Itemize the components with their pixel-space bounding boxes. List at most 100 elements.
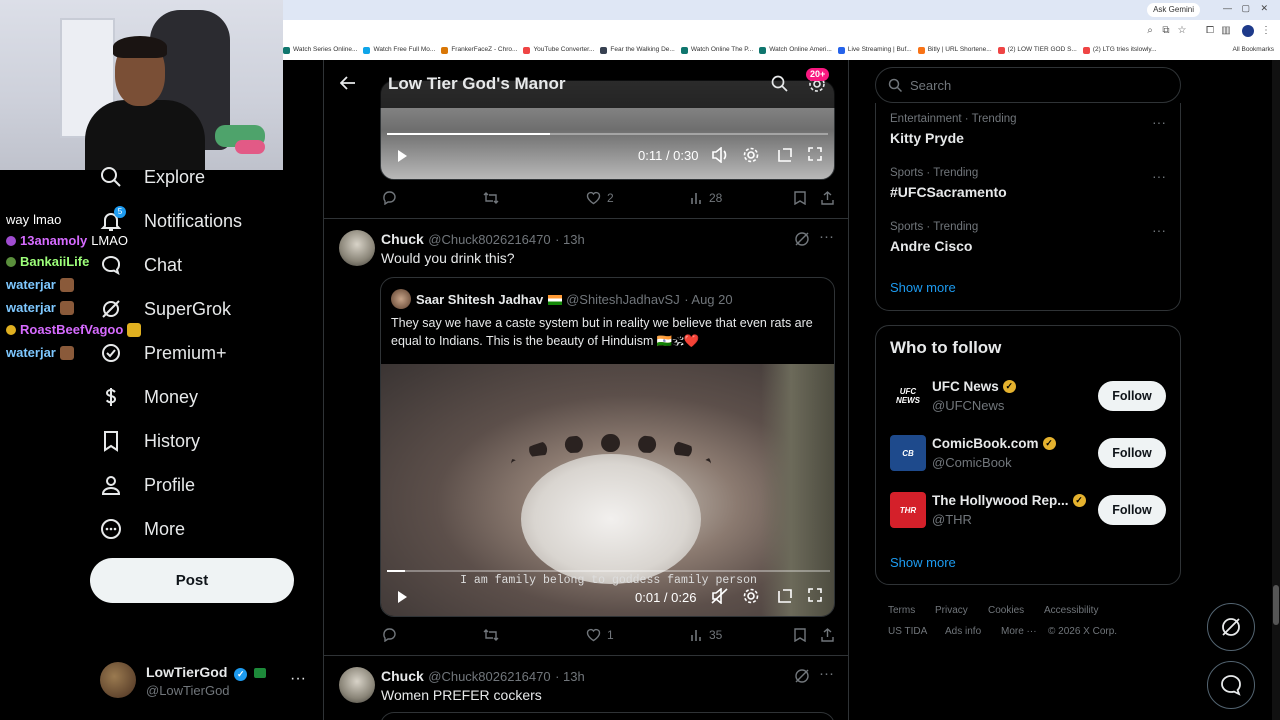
reply-button[interactable] xyxy=(382,628,403,642)
bookmark-item[interactable]: Live Streaming | Buf... xyxy=(837,42,918,58)
ask-gemini-button[interactable]: Ask Gemini xyxy=(1147,3,1200,17)
all-bookmarks[interactable]: All Bookmarks xyxy=(1232,42,1274,58)
footer-link[interactable]: Accessibility xyxy=(1044,605,1098,616)
menu-icon[interactable]: ⋮ xyxy=(1260,25,1272,37)
account-logo[interactable]: CB xyxy=(890,435,926,471)
follow-account-name[interactable]: The Hollywood Rep... ✓ xyxy=(932,493,1086,508)
footer-link[interactable]: Terms xyxy=(888,605,915,616)
bookmark-item[interactable]: Watch Free Full Mo... xyxy=(363,42,441,58)
nav-item-profile[interactable]: Profile xyxy=(100,470,195,500)
pip-icon[interactable] xyxy=(777,588,793,604)
footer-link[interactable]: Privacy xyxy=(935,605,968,616)
tweet-more-icon[interactable]: ··· xyxy=(819,665,834,682)
muted-icon[interactable] xyxy=(711,588,729,604)
close-icon[interactable]: ✕ xyxy=(1260,3,1268,14)
back-arrow-icon[interactable] xyxy=(339,75,356,96)
nav-item-more[interactable]: More xyxy=(100,514,185,544)
bookmark-item[interactable]: Watch Series Online... xyxy=(283,42,363,58)
zoom-icon[interactable]: ⌕ xyxy=(1144,25,1156,37)
follow-button[interactable]: Follow xyxy=(1098,495,1166,525)
grok-fab-button[interactable] xyxy=(1207,603,1255,651)
cast-icon[interactable]: ⧉ xyxy=(1160,25,1172,37)
avatar[interactable] xyxy=(339,667,375,703)
pip-icon[interactable] xyxy=(777,147,793,163)
account-logo[interactable]: UFC NEWS xyxy=(890,378,926,414)
trends-show-more-link[interactable]: Show more xyxy=(890,280,956,295)
tweet-author[interactable]: Chuck xyxy=(381,668,424,684)
follow-show-more-link[interactable]: Show more xyxy=(890,555,956,570)
footer-link[interactable]: Ads info xyxy=(945,626,981,637)
follow-account-name[interactable]: UFC News ✓ xyxy=(932,379,1016,394)
account-more-icon[interactable]: ··· xyxy=(290,670,306,688)
video-player[interactable]: I am family belong to goddess family per… xyxy=(381,364,834,616)
post-button[interactable]: Post xyxy=(90,558,294,603)
footer-link[interactable]: More ··· xyxy=(1001,626,1037,637)
footer-link[interactable]: US TIDA xyxy=(888,626,927,637)
bookmark-item[interactable]: Bitly | URL Shortene... xyxy=(917,42,998,58)
grok-icon[interactable] xyxy=(794,231,810,252)
bookmark-item[interactable]: FrankerFaceZ - Chro... xyxy=(441,42,523,58)
account-logo[interactable]: THR xyxy=(890,492,926,528)
sidepanel-icon[interactable]: ▥ xyxy=(1220,25,1232,37)
bookmark-button[interactable] xyxy=(794,191,806,205)
repost-button[interactable] xyxy=(483,628,505,642)
tweet-time[interactable]: · 13h xyxy=(555,669,585,684)
tweet-handle[interactable]: @Chuck8026216470 xyxy=(428,669,550,684)
like-button[interactable]: 2 xyxy=(586,191,614,205)
footer-link[interactable]: © 2026 X Corp. xyxy=(1048,626,1117,637)
scrollbar-thumb[interactable] xyxy=(1273,585,1279,625)
trend-item[interactable]: #UFCSacramento xyxy=(890,184,1007,200)
minimize-icon[interactable]: — xyxy=(1223,3,1232,13)
follow-button[interactable]: Follow xyxy=(1098,438,1166,468)
trend-item[interactable]: Kitty Pryde xyxy=(890,130,964,146)
play-icon[interactable] xyxy=(395,590,409,604)
follow-button[interactable]: Follow xyxy=(1098,381,1166,411)
bookmark-item[interactable]: (2) LTG tries itslowly... xyxy=(1082,42,1163,58)
reply-button[interactable] xyxy=(382,191,403,205)
tweet-author[interactable]: Chuck xyxy=(381,231,424,247)
footer-link[interactable]: Cookies xyxy=(988,605,1024,616)
video-progress[interactable] xyxy=(387,570,830,572)
tweet-handle[interactable]: @Chuck8026216470 xyxy=(428,232,550,247)
trend-more-icon[interactable]: ··· xyxy=(1152,222,1166,238)
trend-more-icon[interactable]: ··· xyxy=(1152,168,1166,184)
video-progress[interactable] xyxy=(387,133,828,135)
nav-item-explore[interactable]: Explore xyxy=(100,162,205,192)
bookmark-item[interactable]: YouTube Converter... xyxy=(523,42,600,58)
fullscreen-icon[interactable] xyxy=(808,147,822,161)
nav-item-premium[interactable]: Premium+ xyxy=(100,338,227,368)
views-button[interactable]: 35 xyxy=(690,628,722,642)
quoted-tweet[interactable]: Saar Shitesh Jadhav @ShiteshJadhavSJ · A… xyxy=(380,277,835,617)
settings-icon[interactable] xyxy=(743,588,759,604)
settings-icon[interactable] xyxy=(743,147,759,163)
trend-item[interactable]: Andre Cisco xyxy=(890,238,972,254)
media-preview[interactable] xyxy=(380,712,835,720)
bookmark-item[interactable]: (2) LOW TIER GOD S... xyxy=(997,42,1083,58)
tweet-time[interactable]: · 13h xyxy=(555,232,585,247)
restore-icon[interactable]: ▢ xyxy=(1241,3,1250,14)
bookmark-item[interactable]: Watch Online The P... xyxy=(680,42,759,58)
star-icon[interactable]: ☆ xyxy=(1176,25,1188,37)
nav-item-chat[interactable]: Chat xyxy=(100,250,182,280)
nav-item-money[interactable]: Money xyxy=(100,382,198,412)
follow-account-name[interactable]: ComicBook.com ✓ xyxy=(932,436,1056,451)
bookmark-button[interactable] xyxy=(794,628,806,642)
nav-item-notifications[interactable]: 5 Notifications xyxy=(100,206,242,236)
profile-avatar-icon[interactable] xyxy=(1242,25,1254,37)
search-input[interactable]: Search xyxy=(875,67,1181,103)
share-button[interactable] xyxy=(821,191,834,205)
nav-item-supergrok[interactable]: SuperGrok xyxy=(100,294,231,324)
play-icon[interactable] xyxy=(395,149,409,163)
avatar[interactable] xyxy=(339,230,375,266)
like-button[interactable]: 1 xyxy=(586,628,614,642)
messages-fab-button[interactable] xyxy=(1207,661,1255,709)
fullscreen-icon[interactable] xyxy=(808,588,822,602)
page-scrollbar[interactable] xyxy=(1272,60,1280,720)
repost-button[interactable] xyxy=(483,191,505,205)
volume-icon[interactable] xyxy=(711,147,729,163)
bookmark-item[interactable]: Watch Online Ameri... xyxy=(759,42,838,58)
share-button[interactable] xyxy=(821,628,834,642)
bookmark-item[interactable]: Fear the Walking De... xyxy=(600,42,680,58)
search-icon[interactable] xyxy=(771,75,788,97)
views-button[interactable]: 28 xyxy=(690,191,722,205)
